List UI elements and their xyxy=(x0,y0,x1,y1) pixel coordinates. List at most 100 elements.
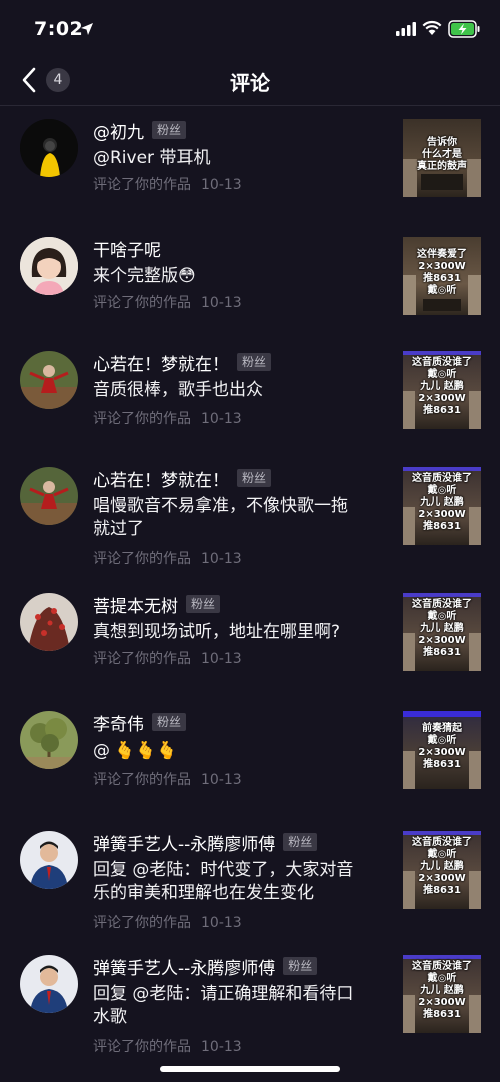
comments-screen: 7:02 4 评论 @初九 粉丝 @River 带耳机 评论了你的作品 10-1… xyxy=(0,0,500,1082)
status-bar: 7:02 xyxy=(0,0,500,56)
avatar[interactable] xyxy=(20,831,78,889)
comment-text: @River 带耳机 xyxy=(93,148,211,168)
comment-text: 来个完整版😳 xyxy=(93,265,383,288)
comment-text: 回复 @老陆：时代变了，大家对音乐的审美和理解也在发生变化 xyxy=(93,860,354,903)
name-row: 弹簧手艺人--永腾廖师傅 粉丝 xyxy=(93,830,318,855)
name-row: 干啥子呢 xyxy=(93,236,161,261)
comment-date: 10-13 xyxy=(201,551,242,567)
video-thumbnail[interactable]: 这音质没谁了 戴◎听 九儿 赵鹏 2×300W 推8631 xyxy=(403,593,481,671)
video-thumbnail[interactable]: 这音质没谁了 戴◎听 九儿 赵鹏 2×300W 推8631 xyxy=(403,467,481,545)
comment-text: 回复 @老陆：请正确理解和看待口水歌 xyxy=(93,984,354,1027)
comment-action: 评论了你的作品 xyxy=(93,295,191,311)
list-item[interactable]: @初九 粉丝 @River 带耳机 评论了你的作品 10-13 告诉你 什么才是 … xyxy=(0,107,500,217)
thumbnail-caption: 这音质没谁了 戴◎听 九儿 赵鹏 2×300W 推8631 xyxy=(412,837,472,896)
thumbnail-caption: 这音质没谁了 戴◎听 九儿 赵鹏 2×300W 推8631 xyxy=(412,473,472,532)
status-time: 7:02 xyxy=(34,18,84,40)
comment-meta: 评论了你的作品 10-13 xyxy=(93,292,242,312)
nav-bar: 4 评论 xyxy=(0,56,500,106)
name-row: 李奇伟 粉丝 xyxy=(93,710,187,735)
comment-meta: 评论了你的作品 10-13 xyxy=(93,769,242,789)
list-item[interactable]: 干啥子呢 来个完整版😳 评论了你的作品 10-13 这伴奏爱了 2×300W 推8… xyxy=(0,225,500,335)
comment-date: 10-13 xyxy=(201,651,242,667)
fan-badge: 粉丝 xyxy=(237,353,272,371)
video-thumbnail[interactable]: 前奏猜起 戴◎听 2×300W 推8631 xyxy=(403,711,481,789)
thumbnail-caption: 前奏猜起 戴◎听 2×300W 推8631 xyxy=(418,723,466,770)
list-item[interactable]: 菩提本无树 粉丝 真想到现场试听，地址在哪里啊? 评论了你的作品 10-13 这音… xyxy=(0,585,500,695)
avatar[interactable] xyxy=(20,955,78,1013)
name-row: 心若在！梦就在！ 粉丝 xyxy=(93,466,272,491)
comment-meta: 评论了你的作品 10-13 xyxy=(93,548,242,568)
name-row: 菩提本无树 粉丝 xyxy=(93,592,221,617)
avatar[interactable] xyxy=(20,351,78,409)
fan-badge: 粉丝 xyxy=(152,121,187,139)
comment-action: 评论了你的作品 xyxy=(93,1039,191,1055)
comment-action: 评论了你的作品 xyxy=(93,551,191,567)
signal-icon xyxy=(396,22,416,36)
video-thumbnail[interactable]: 这音质没谁了 戴◎听 九儿 赵鹏 2×300W 推8631 xyxy=(403,351,481,429)
thumbnail-caption: 这伴奏爱了 2×300W 推8631 戴◎听 xyxy=(417,249,467,296)
fan-badge: 粉丝 xyxy=(152,713,187,731)
list-item[interactable]: 李奇伟 粉丝 @ 🫰🫰🫰 评论了你的作品 10-13 前奏猜起 戴◎听 2×300W… xyxy=(0,703,500,813)
comment-meta: 评论了你的作品 10-13 xyxy=(93,174,242,194)
fan-badge: 粉丝 xyxy=(283,957,318,975)
video-thumbnail[interactable]: 这音质没谁了 戴◎听 九儿 赵鹏 2×300W 推8631 xyxy=(403,831,481,909)
battery-charging-icon xyxy=(448,20,480,38)
list-item[interactable]: 心若在！梦就在！ 粉丝 音质很棒，歌手也出众 评论了你的作品 10-13 这音质没… xyxy=(0,339,500,449)
comment-action: 评论了你的作品 xyxy=(93,772,191,788)
wifi-icon xyxy=(422,21,442,35)
username[interactable]: 干啥子呢 xyxy=(93,236,161,261)
list-item[interactable]: 弹簧手艺人--永腾廖师傅 粉丝 回复 @老陆：时代变了，大家对音乐的审美和理解也… xyxy=(0,819,500,949)
comment-text: 真想到现场试听，地址在哪里啊? xyxy=(93,622,341,642)
comment-text: 音质很棒，歌手也出众 xyxy=(93,380,263,400)
video-thumbnail[interactable]: 这音质没谁了 戴◎听 九儿 赵鹏 2×300W 推8631 xyxy=(403,955,481,1033)
comment-date: 10-13 xyxy=(201,915,242,931)
comment-action: 评论了你的作品 xyxy=(93,177,191,193)
username[interactable]: 弹簧手艺人--永腾廖师傅 xyxy=(93,830,275,855)
comment-date: 10-13 xyxy=(201,295,242,311)
comment-date: 10-13 xyxy=(201,772,242,788)
fan-badge: 粉丝 xyxy=(186,595,221,613)
comment-date: 10-13 xyxy=(201,411,242,427)
comment-text-body: @ xyxy=(93,741,110,761)
username[interactable]: 心若在！梦就在！ xyxy=(93,466,229,491)
fan-badge: 粉丝 xyxy=(237,469,272,487)
avatar[interactable] xyxy=(20,711,78,769)
comment-meta: 评论了你的作品 10-13 xyxy=(93,1036,242,1056)
comment-date: 10-13 xyxy=(201,1039,242,1055)
comment-text: @ 🫰🫰🫰 xyxy=(93,740,383,763)
comment-action: 评论了你的作品 xyxy=(93,915,191,931)
video-thumbnail[interactable]: 告诉你 什么才是 真正的鼓声 xyxy=(403,119,481,197)
location-arrow-icon xyxy=(81,23,93,35)
comment-meta: 评论了你的作品 10-13 xyxy=(93,408,242,428)
flushed-face-emoji: 😳 xyxy=(178,266,196,286)
name-row: @初九 粉丝 xyxy=(93,118,187,143)
username[interactable]: 弹簧手艺人--永腾廖师傅 xyxy=(93,954,275,979)
avatar[interactable] xyxy=(20,119,78,177)
home-indicator[interactable] xyxy=(160,1066,340,1072)
thumbnail-caption: 这音质没谁了 戴◎听 九儿 赵鹏 2×300W 推8631 xyxy=(412,599,472,658)
comment-action: 评论了你的作品 xyxy=(93,651,191,667)
name-row: 弹簧手艺人--永腾廖师傅 粉丝 xyxy=(93,954,318,979)
list-item[interactable]: 弹簧手艺人--永腾廖师傅 粉丝 回复 @老陆：请正确理解和看待口水歌 评论了你的… xyxy=(0,943,500,1073)
comment-date: 10-13 xyxy=(201,177,242,193)
thumbnail-caption: 告诉你 什么才是 真正的鼓声 xyxy=(417,137,467,172)
list-item[interactable]: 心若在！梦就在！ 粉丝 唱慢歌音不易拿准，不像快歌一拖就过了 评论了你的作品 10… xyxy=(0,455,500,585)
username[interactable]: 菩提本无树 xyxy=(93,592,178,617)
avatar[interactable] xyxy=(20,467,78,525)
page-title: 评论 xyxy=(230,71,270,95)
username[interactable]: 心若在！梦就在！ xyxy=(93,350,229,375)
hand-heart-emoji: 🫰🫰🫰 xyxy=(114,741,178,761)
comment-meta: 评论了你的作品 10-13 xyxy=(93,912,242,932)
thumbnail-caption: 这音质没谁了 戴◎听 九儿 赵鹏 2×300W 推8631 xyxy=(412,961,472,1020)
fan-badge: 粉丝 xyxy=(283,833,318,851)
username[interactable]: @初九 xyxy=(93,118,144,143)
comment-text: 唱慢歌音不易拿准，不像快歌一拖就过了 xyxy=(93,496,348,539)
video-thumbnail[interactable]: 这伴奏爱了 2×300W 推8631 戴◎听 xyxy=(403,237,481,315)
avatar[interactable] xyxy=(20,593,78,651)
comment-action: 评论了你的作品 xyxy=(93,411,191,427)
username[interactable]: 李奇伟 xyxy=(93,710,144,735)
thumbnail-caption: 这音质没谁了 戴◎听 九儿 赵鹏 2×300W 推8631 xyxy=(412,357,472,416)
comment-meta: 评论了你的作品 10-13 xyxy=(93,648,242,668)
comment-text-body: 来个完整版 xyxy=(93,266,178,286)
avatar[interactable] xyxy=(20,237,78,295)
